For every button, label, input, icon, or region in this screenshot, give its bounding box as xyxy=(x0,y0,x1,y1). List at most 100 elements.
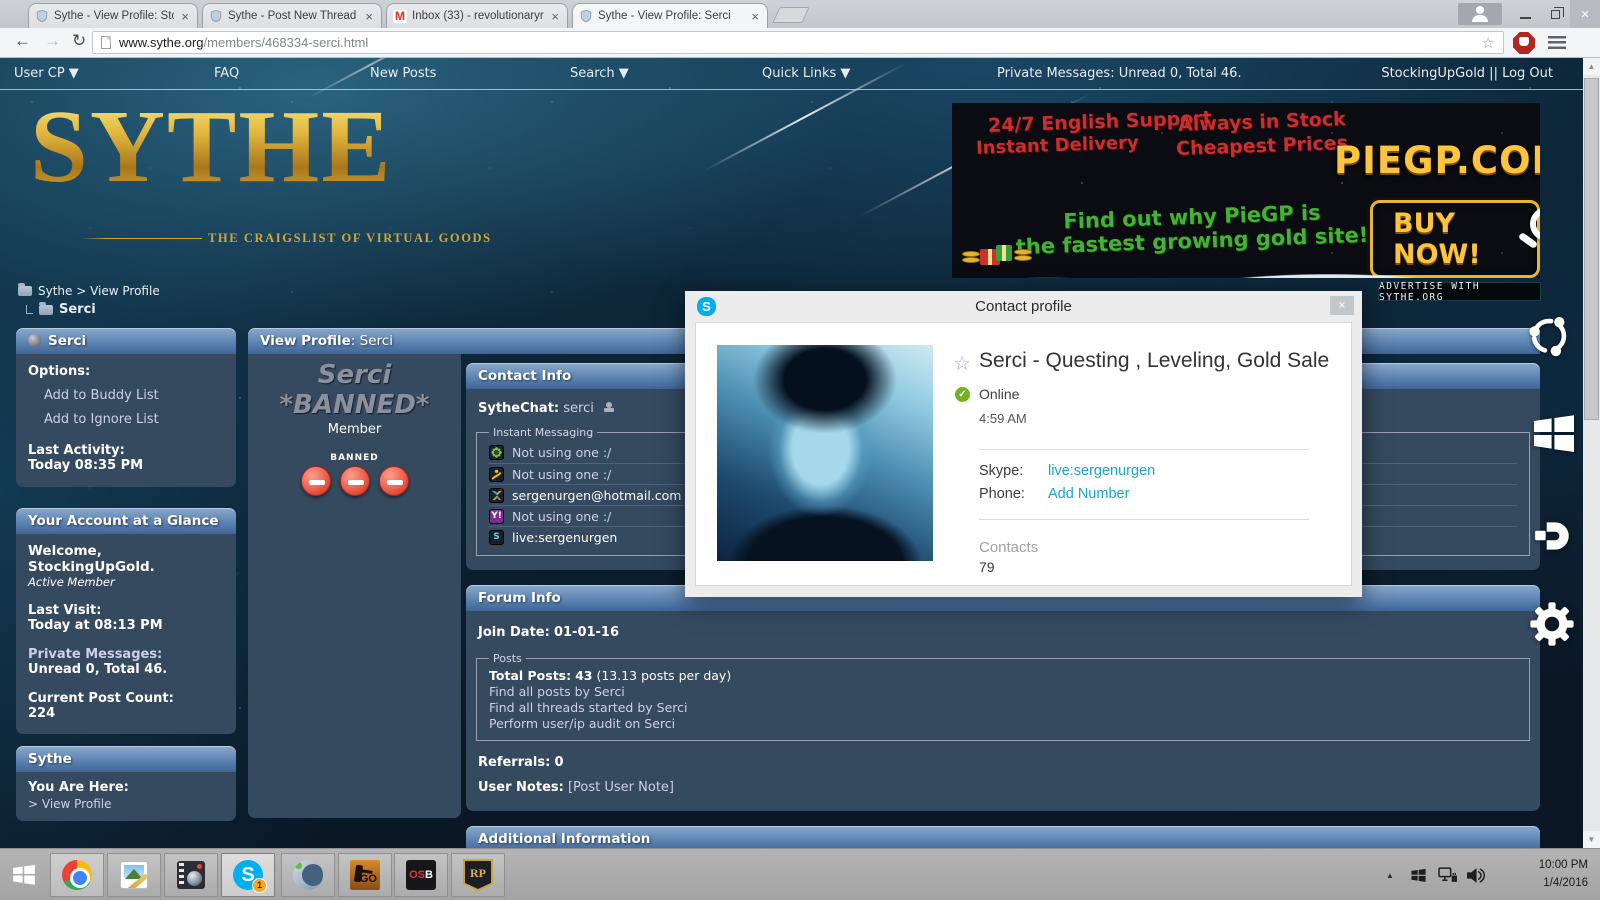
taskbar-osbuddy-button[interactable]: OS B xyxy=(394,853,448,897)
status-sphere-icon xyxy=(28,334,41,347)
breadcrumb-path[interactable]: Sythe > View Profile xyxy=(38,284,160,298)
share-overlay-icon[interactable] xyxy=(1526,313,1572,363)
windows-overlay-icon[interactable] xyxy=(1530,410,1578,462)
add-ignore-link[interactable]: Add to Ignore List xyxy=(44,412,224,427)
tab-sythe-stock[interactable]: Sythe - View Profile: Stock × xyxy=(28,3,198,28)
breadcrumb[interactable]: Sythe > View Profile xyxy=(18,283,160,298)
settings-gear-overlay-icon[interactable] xyxy=(1528,600,1576,652)
find-posts-link[interactable]: Find all posts by Serci xyxy=(489,684,1517,700)
banned-icon xyxy=(378,466,409,496)
tab-title: Inbox (33) - revolutionaryr xyxy=(412,10,544,22)
find-threads-link[interactable]: Find all threads started by Serci xyxy=(489,700,1517,716)
minimize-icon xyxy=(1519,17,1531,19)
taskbar-skype-button[interactable]: S1 xyxy=(221,853,275,897)
url-host: www.sythe.org xyxy=(119,34,204,50)
piegp-ad-banner[interactable]: 24/7 English Support Instant Delivery Al… xyxy=(952,103,1540,278)
tray-windows-icon[interactable] xyxy=(1410,849,1427,900)
taskbar-teamspeak-button[interactable] xyxy=(281,853,335,897)
back-button[interactable]: ← xyxy=(14,31,31,51)
taskbar-chrome-button[interactable] xyxy=(50,853,104,897)
favorite-star-icon[interactable]: ☆ xyxy=(953,351,971,376)
ad-stock-text: Always in Stock xyxy=(1177,108,1347,136)
snow-drift xyxy=(952,246,1540,278)
online-status-icon: ✓ xyxy=(955,387,970,402)
magnet-overlay-icon[interactable] xyxy=(1532,518,1574,558)
chrome-icon xyxy=(62,860,92,890)
user-ip-audit-link[interactable]: Perform user/ip audit on Serci xyxy=(489,716,1517,732)
tray-volume-icon[interactable] xyxy=(1466,849,1485,900)
panel-title: Additional Information xyxy=(478,831,651,847)
taskbar-rp-button[interactable]: RP xyxy=(451,853,505,897)
forward-button[interactable]: → xyxy=(44,31,61,51)
tray-hidden-icons-button[interactable]: ▲ xyxy=(1386,849,1394,900)
scroll-down-arrow[interactable]: ▼ xyxy=(1583,831,1600,848)
view-profile-link[interactable]: > View Profile xyxy=(28,797,224,811)
scrollbar-thumb[interactable] xyxy=(1584,78,1599,420)
skype-icon: S1 xyxy=(233,860,267,893)
post-user-note-link[interactable]: [Post User Note] xyxy=(568,780,674,795)
start-button[interactable] xyxy=(11,862,37,893)
tab-close-icon[interactable]: × xyxy=(179,10,191,23)
taskbar-csgo-button[interactable]: GO xyxy=(338,853,392,897)
dialog-close-button[interactable]: × xyxy=(1330,296,1354,315)
dialog-titlebar[interactable]: Contact profile xyxy=(685,291,1362,322)
taskbar: S1 GO OS B RP ▲ 10:00 PM 1/4/2016 xyxy=(0,848,1600,900)
sythechat-username[interactable]: serci xyxy=(563,401,594,416)
view-profile-title-rest: : Serci xyxy=(350,333,393,349)
scroll-up-arrow[interactable]: ▲ xyxy=(1583,58,1600,75)
tray-network-icon[interactable] xyxy=(1438,849,1458,900)
nav-private-messages[interactable]: Private Messages: Unread 0, Total 46. xyxy=(997,66,1242,81)
window-restore-button[interactable] xyxy=(1540,0,1570,28)
browser-menu-icon[interactable] xyxy=(1548,36,1566,49)
tab-close-icon[interactable]: × xyxy=(363,10,375,23)
nav-quick-links[interactable]: Quick Links ▼ xyxy=(762,66,850,81)
tab-gmail-inbox[interactable]: M Inbox (33) - revolutionaryr × xyxy=(386,3,568,28)
skype-username-link[interactable]: live:sergenurgen xyxy=(1048,463,1155,479)
sythechat-label: SytheChat: xyxy=(478,401,560,416)
tab-close-icon[interactable]: × xyxy=(549,10,561,23)
window-minimize-button[interactable] xyxy=(1510,0,1540,28)
new-tab-button[interactable] xyxy=(772,7,810,23)
add-number-link[interactable]: Add Number xyxy=(1048,486,1129,502)
contact-local-time: 4:59 AM xyxy=(979,411,1027,426)
you-are-here-label: You Are Here: xyxy=(28,780,129,795)
tab-close-icon[interactable]: × xyxy=(749,10,761,23)
adblock-extension-icon[interactable] xyxy=(1513,32,1535,54)
divider xyxy=(979,519,1309,520)
nav-user-cp[interactable]: User CP ▼ xyxy=(14,66,79,81)
contact-photo[interactable] xyxy=(717,345,933,561)
tab-sythe-post[interactable]: Sythe - Post New Thread × xyxy=(202,3,382,28)
nav-new-posts[interactable]: New Posts xyxy=(370,66,436,81)
nav-faq[interactable]: FAQ xyxy=(214,66,239,81)
sythe-shield-icon xyxy=(580,9,592,23)
sidebar-account-panel: Your Account at a Glance Welcome, Stocki… xyxy=(16,508,236,734)
private-messages-link[interactable]: Private Messages: xyxy=(28,647,224,662)
taskbar-paint-button[interactable] xyxy=(107,853,161,897)
search-magnifier-icon[interactable] xyxy=(1517,207,1540,250)
page-scrollbar[interactable]: ▲ ▼ xyxy=(1583,58,1600,848)
folder-icon xyxy=(18,283,32,296)
banned-label: BANNED xyxy=(330,453,379,463)
dialog-title: Contact profile xyxy=(975,298,1072,315)
sythe-logo[interactable]: SYTHE xyxy=(30,95,393,199)
reload-button[interactable]: ↻ xyxy=(72,31,86,51)
add-buddy-link[interactable]: Add to Buddy List xyxy=(44,388,224,403)
sidebar-sythe-panel: Sythe You Are Here: > View Profile xyxy=(16,746,236,821)
aim-icon xyxy=(489,466,504,482)
im-text: Not using one :/ xyxy=(512,445,612,460)
nav-search[interactable]: Search ▼ xyxy=(570,66,629,81)
folder-icon xyxy=(39,301,53,315)
url-path: /members/468334-serci.html xyxy=(203,34,369,50)
taskbar-clock[interactable]: 10:00 PM 1/4/2016 xyxy=(1539,856,1588,892)
chrome-profile-button[interactable] xyxy=(1458,3,1502,25)
tab-strip: Sythe - View Profile: Stock × Sythe - Po… xyxy=(0,0,1600,28)
nav-account-logout[interactable]: StockingUpGold || Log Out xyxy=(1381,66,1553,81)
bookmark-star-icon[interactable]: ☆ xyxy=(1482,34,1495,52)
taskbar-media-button[interactable] xyxy=(164,853,218,897)
window-close-button[interactable]: × xyxy=(1570,0,1600,28)
url-bar[interactable]: www.sythe.org/members/468334-serci.html … xyxy=(92,31,1504,54)
tab-sythe-serci-active[interactable]: Sythe - View Profile: Serci × xyxy=(572,3,768,28)
im-text: sergenurgen@hotmail.com xyxy=(512,487,682,503)
advertise-with-sythe-link[interactable]: ADVERTISE WITH SYTHE.ORG xyxy=(1378,281,1541,303)
options-label: Options: xyxy=(28,364,91,379)
